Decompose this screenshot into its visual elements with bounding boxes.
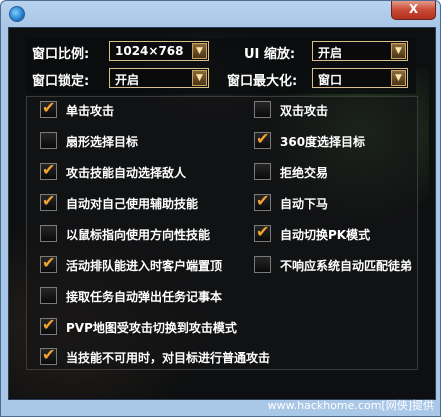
checkbox[interactable] [254, 256, 271, 273]
checkbox[interactable] [40, 225, 57, 242]
maximize-value: 窗口 [318, 73, 343, 87]
option-label: 双击攻击 [280, 104, 329, 118]
option-label: 拒绝交易 [280, 166, 329, 180]
check-icon: ✔ [42, 253, 56, 272]
option-label: 不响应系统自动匹配徒弟 [280, 259, 413, 273]
options-panel: ✔ 单击攻击 双击攻击 扇形选择目标 ✔ 360度选择目标 ✔ 攻击技能自动选择… [26, 96, 418, 370]
checkbox[interactable] [40, 132, 57, 149]
app-icon [9, 6, 25, 22]
title-bar[interactable]: X [1, 1, 441, 27]
chevron-down-icon[interactable]: ▼ [391, 43, 406, 59]
ui-scale-value: 开启 [318, 46, 343, 60]
check-icon: ✔ [42, 98, 56, 117]
option-label: 接取任务自动弹出任务记事本 [66, 290, 223, 304]
checkbox[interactable]: ✔ [40, 160, 57, 180]
resolution-label: 窗口比例: [32, 47, 90, 62]
option-label: 自动切换PK模式 [280, 228, 371, 242]
check-icon: ✔ [256, 129, 270, 148]
maximize-select[interactable]: 窗口 ▼ [312, 68, 408, 88]
checkbox[interactable]: ✔ [40, 253, 57, 273]
checkbox[interactable]: ✔ [40, 98, 57, 118]
checkbox[interactable]: ✔ [40, 315, 57, 335]
option-label: 攻击技能自动选择敌人 [66, 166, 187, 180]
option-label: 扇形选择目标 [66, 135, 139, 149]
checkbox[interactable]: ✔ [254, 191, 271, 211]
chevron-down-icon[interactable]: ▼ [391, 70, 406, 86]
check-icon: ✔ [256, 222, 270, 241]
lock-label: 窗口锁定: [32, 74, 90, 89]
option-label: 活动排队能进入时客户端置顶 [66, 259, 223, 273]
watermark-text: www.hackhome.com[网侠]提供 [267, 399, 434, 412]
option-label: 360度选择目标 [280, 135, 366, 149]
option-label: 以鼠标指向使用方向性技能 [66, 228, 211, 242]
checkbox[interactable] [254, 101, 271, 118]
checkbox[interactable]: ✔ [40, 191, 57, 211]
ui-scale-label: UI 缩放: [244, 47, 296, 62]
check-icon: ✔ [42, 315, 56, 334]
status-strip: www.hackhome.com[网侠]提供 [1, 398, 441, 418]
settings-client-area: 窗口比例: 1024×768 ▼ UI 缩放: 开启 ▼ 窗口锁定: 开启 ▼ … [8, 27, 436, 400]
checkbox[interactable] [254, 163, 271, 180]
check-icon: ✔ [42, 345, 56, 364]
checkbox[interactable]: ✔ [40, 345, 57, 365]
resolution-select[interactable]: 1024×768 ▼ [109, 41, 209, 61]
checkbox[interactable] [40, 287, 57, 304]
check-icon: ✔ [42, 191, 56, 210]
close-button[interactable]: X [391, 1, 436, 20]
option-label: 自动对自己使用辅助技能 [66, 197, 199, 211]
option-label: 自动下马 [280, 197, 329, 211]
maximize-label: 窗口最大化: [227, 74, 298, 89]
resolution-value: 1024×768 [115, 44, 184, 58]
check-icon: ✔ [42, 160, 56, 179]
chevron-down-icon[interactable]: ▼ [192, 70, 207, 86]
checkbox[interactable]: ✔ [254, 129, 271, 149]
option-label: 单击攻击 [66, 104, 115, 118]
lock-select[interactable]: 开启 ▼ [109, 68, 209, 88]
check-icon: ✔ [256, 191, 270, 210]
checkbox[interactable]: ✔ [254, 222, 271, 242]
option-label: 当技能不可用时，对目标进行普通攻击 [66, 351, 271, 365]
option-label: PVP地图受攻击切换到攻击模式 [66, 321, 237, 335]
ui-scale-select[interactable]: 开启 ▼ [312, 41, 408, 61]
window-settings-panel: 窗口比例: 1024×768 ▼ UI 缩放: 开启 ▼ 窗口锁定: 开启 ▼ … [26, 38, 416, 94]
chevron-down-icon[interactable]: ▼ [192, 43, 207, 59]
window-frame: X 窗口比例: 1024×768 ▼ UI 缩放: 开启 ▼ 窗口锁定: 开启 … [0, 0, 441, 417]
lock-value: 开启 [115, 73, 140, 87]
